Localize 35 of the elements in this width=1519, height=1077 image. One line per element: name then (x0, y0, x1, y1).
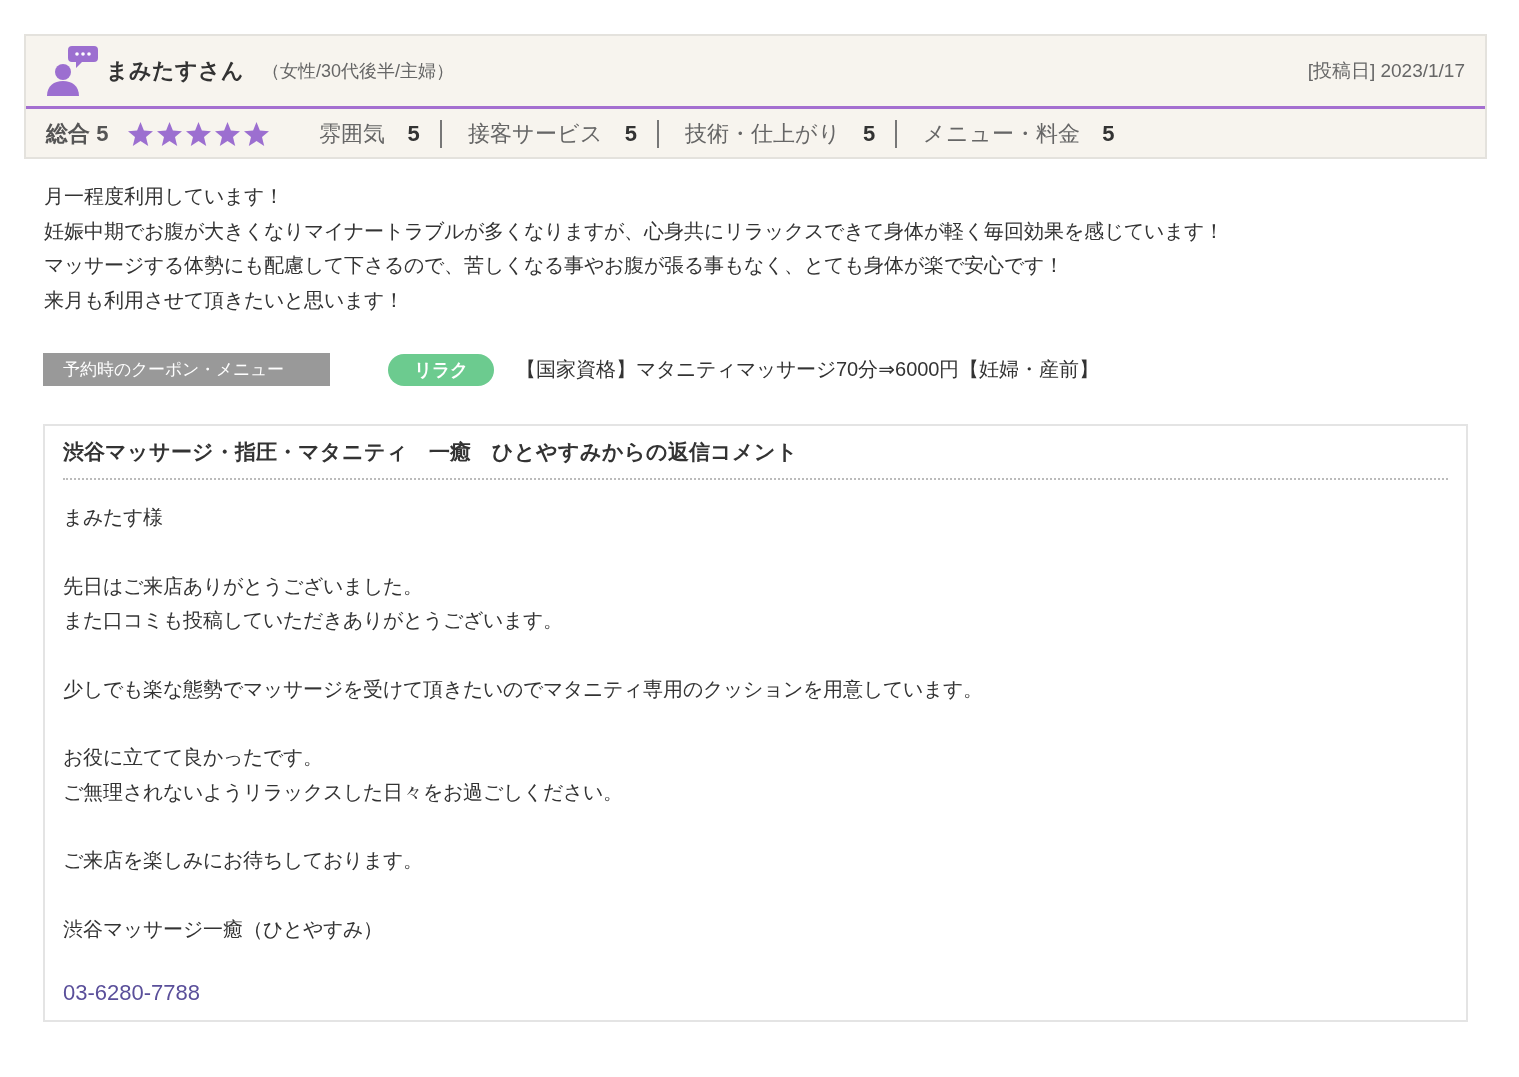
reviewer-profile: （女性/30代後半/主婦） (262, 60, 455, 83)
star-icon (213, 120, 243, 148)
review-text: 来月も利用させて頂きたいと思います！ (44, 287, 405, 313)
rating-label: メニュー・料金 (923, 120, 1081, 148)
reply-text: お役に立てて良かったです。 (63, 745, 324, 770)
reply-text: また口コミも投稿していただきありがとうございます。 (63, 608, 564, 633)
review-text: 妊娠中期でお腹が大きくなりマイナートラブルが多くなりますが、心身共にリラックスできて身体が軽く毎回効果を感じています！ (44, 218, 1225, 244)
review-text: 月一程度利用しています！ (44, 184, 285, 209)
coupon-name: 【国家資格】マタニティマッサージ70分⇒6000円【妊婦・産前】 (516, 357, 1100, 382)
star-icon (155, 120, 185, 148)
phone-link[interactable]: 03-6280-7788 (63, 980, 200, 1006)
overall-label: 総合 5 (46, 120, 109, 148)
user-chat-icon (46, 44, 100, 98)
reply-text: 先日はご来店ありがとうございました。 (63, 573, 424, 599)
reply-text: 少しでも楽な態勢でマッサージを受けて頂きたいのでマタニティ専用のクッションを用意しています。 (63, 676, 984, 702)
review-text: マッサージする体勢にも配慮して下さるので、苦しくなる事やお腹が張る事もなく、とても身体が楽で安心です！ (44, 253, 1065, 278)
rating-score: 5 (624, 121, 637, 147)
rating-label: 雰囲気 (319, 120, 386, 148)
posted-date: [投稿日] 2023/1/17 (1307, 59, 1465, 83)
reply-text: 渋谷マッサージ一癒（ひとやすみ） (63, 916, 384, 942)
reply-text: まみたす様 (63, 505, 164, 530)
rating-score: 5 (1102, 121, 1115, 147)
category-tag: リラク (388, 353, 494, 386)
reply-text: ご来店を楽しみにお待ちしております。 (63, 848, 424, 873)
rating-score: 5 (862, 121, 876, 147)
coupon-label: 予約時のクーポン・メニュー (43, 353, 330, 386)
rating-label: 技術・仕上がり (684, 120, 841, 148)
star-icon (242, 120, 272, 148)
reviewer-name: まみたすさん (106, 57, 244, 85)
reply-title: 渋谷マッサージ・指圧・マタニティ 一癒 ひとやすみからの返信コメント (63, 438, 1448, 480)
rating-score: 5 (407, 121, 420, 147)
star-icon (184, 120, 214, 148)
rating-label: 接客サービス (467, 120, 603, 148)
star-icon (126, 120, 156, 148)
reply-text: ご無理されないようリラックスした日々をお過ごしください。 (63, 779, 624, 805)
